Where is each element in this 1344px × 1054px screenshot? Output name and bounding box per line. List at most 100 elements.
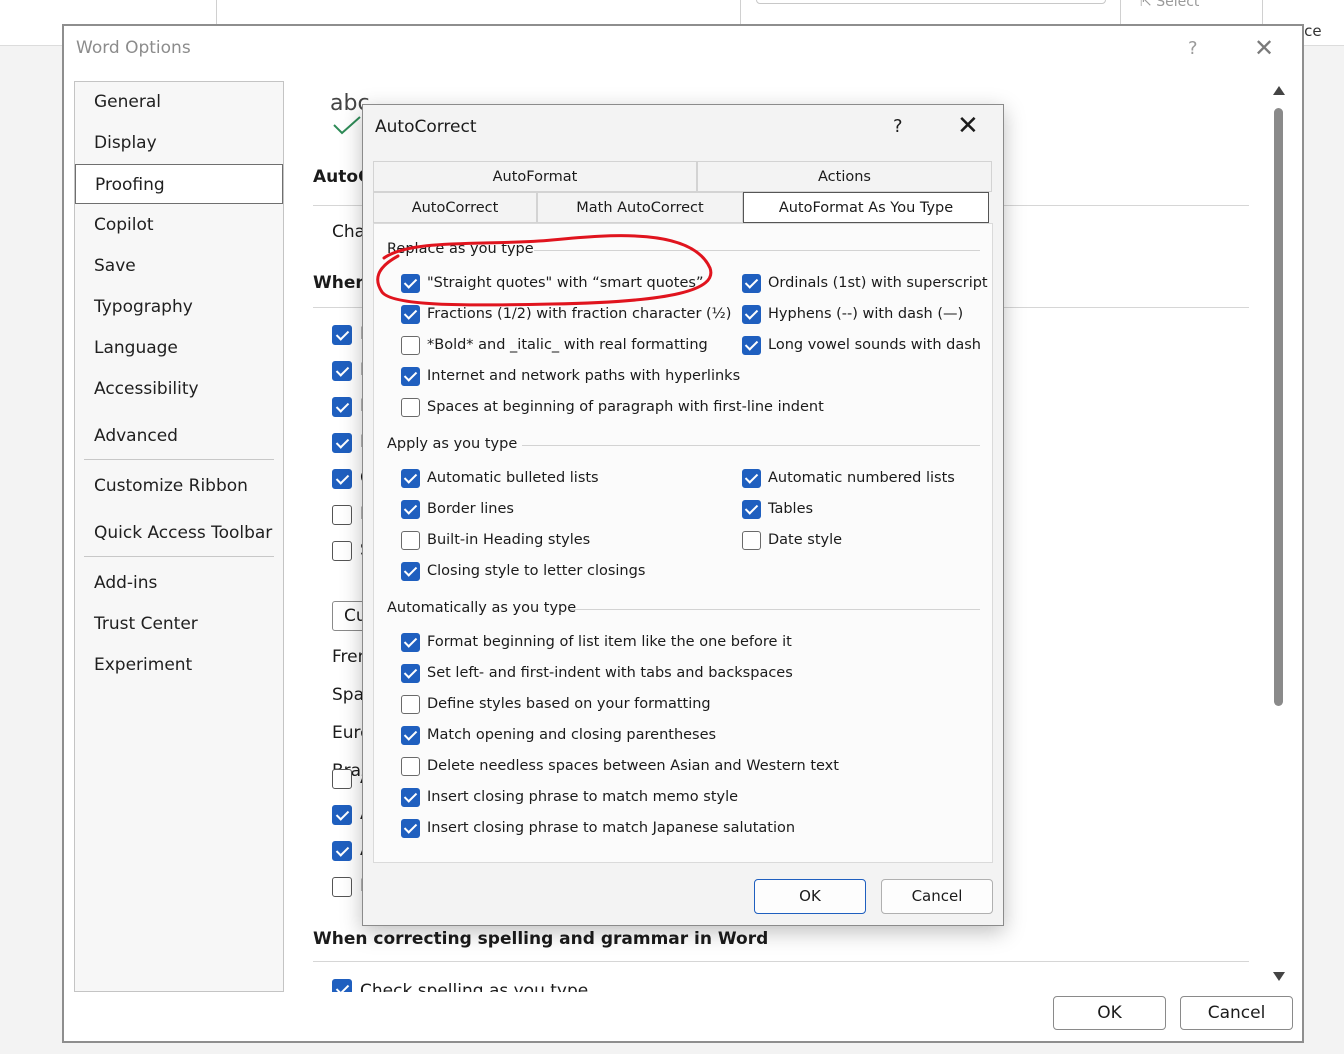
office-option-checkbox[interactable] xyxy=(332,805,352,825)
scroll-up-icon[interactable] xyxy=(1273,86,1285,95)
ribbon-divider xyxy=(740,0,741,24)
ok-button[interactable]: OK xyxy=(754,879,866,914)
bulleted-lists-checkbox[interactable] xyxy=(401,469,420,488)
cancel-button[interactable]: Cancel xyxy=(881,879,993,914)
asian-western-spaces-checkbox[interactable] xyxy=(401,757,420,776)
tab-autoformat-as-you-type[interactable]: AutoFormat As You Type xyxy=(743,192,989,223)
tables-checkbox[interactable] xyxy=(742,500,761,519)
section-replace-heading: Replace as you type xyxy=(387,241,534,257)
scrollbar-thumb[interactable] xyxy=(1274,108,1283,706)
hyperlinks-label: Internet and network paths with hyperlin… xyxy=(427,368,741,384)
nav-item-trust-center[interactable]: Trust Center xyxy=(75,604,283,644)
ok-button[interactable]: OK xyxy=(1053,996,1166,1030)
section-divider xyxy=(534,250,980,251)
nav-item-typography[interactable]: Typography xyxy=(75,287,283,327)
ribbon-divider xyxy=(1262,0,1263,24)
office-option-checkbox[interactable] xyxy=(332,505,352,525)
smart-quotes-label: "Straight quotes" with “smart quotes” xyxy=(427,275,704,291)
check-spelling-checkbox[interactable] xyxy=(332,979,352,992)
nav-item-advanced[interactable]: Advanced xyxy=(75,416,283,456)
format-list-item-checkbox[interactable] xyxy=(401,633,420,652)
cursor-icon: ⇱ xyxy=(1140,0,1152,10)
date-style-label: Date style xyxy=(768,532,843,548)
cancel-button[interactable]: Cancel xyxy=(1180,996,1293,1030)
office-option-checkbox[interactable] xyxy=(332,433,352,453)
nav-item-experiment[interactable]: Experiment xyxy=(75,645,283,685)
japanese-salutation-checkbox[interactable] xyxy=(401,819,420,838)
check-spelling-label: Check spelling as you type xyxy=(360,981,589,992)
asian-western-spaces-label: Delete needless spaces between Asian and… xyxy=(427,758,839,774)
nav-item-display[interactable]: Display xyxy=(75,123,283,163)
letter-closings-label: Closing style to letter closings xyxy=(427,563,646,579)
smart-quotes-checkbox[interactable] xyxy=(401,274,420,293)
define-styles-label: Define styles based on your formatting xyxy=(427,696,711,712)
heading-styles-checkbox[interactable] xyxy=(401,531,420,550)
office-option-checkbox[interactable] xyxy=(332,541,352,561)
help-icon[interactable]: ? xyxy=(1188,38,1198,59)
section-divider xyxy=(570,609,980,610)
bold-italic-checkbox[interactable] xyxy=(401,336,420,355)
heading-styles-label: Built-in Heading styles xyxy=(427,532,591,548)
close-icon[interactable]: ✕ xyxy=(957,111,979,141)
office-option-checkbox[interactable] xyxy=(332,769,352,789)
tab-math-autocorrect[interactable]: Math AutoCorrect xyxy=(537,192,743,223)
memo-closing-checkbox[interactable] xyxy=(401,788,420,807)
ribbon-select-button[interactable]: ⇱ Select xyxy=(1140,0,1199,10)
letter-closings-checkbox[interactable] xyxy=(401,562,420,581)
hyphens-label: Hyphens (--) with dash (—) xyxy=(768,306,964,322)
nav-item-language[interactable]: Language xyxy=(75,328,283,368)
tab-autoformat[interactable]: AutoFormat xyxy=(373,161,697,192)
first-line-indent-checkbox[interactable] xyxy=(401,398,420,417)
border-lines-checkbox[interactable] xyxy=(401,500,420,519)
hyperlinks-checkbox[interactable] xyxy=(401,367,420,386)
match-parentheses-checkbox[interactable] xyxy=(401,726,420,745)
tab-actions[interactable]: Actions xyxy=(697,161,992,192)
ordinals-label: Ordinals (1st) with superscript xyxy=(768,275,988,291)
border-lines-label: Border lines xyxy=(427,501,514,517)
office-option-checkbox[interactable] xyxy=(332,397,352,417)
define-styles-checkbox[interactable] xyxy=(401,695,420,714)
indent-tabs-checkbox[interactable] xyxy=(401,664,420,683)
nav-item-accessibility[interactable]: Accessibility xyxy=(75,369,283,409)
ordinals-checkbox[interactable] xyxy=(742,274,761,293)
help-icon[interactable]: ? xyxy=(893,116,903,137)
autoformat-as-you-type-panel: Replace as you type "Straight quotes" wi… xyxy=(373,223,993,863)
nav-item-proofing[interactable]: Proofing xyxy=(75,164,283,204)
nav-item-quick-access-toolbar[interactable]: Quick Access Toolbar xyxy=(75,513,283,553)
section-divider xyxy=(522,445,980,446)
office-option-checkbox[interactable] xyxy=(332,361,352,381)
close-icon[interactable]: ✕ xyxy=(1254,34,1274,62)
bold-italic-label: *Bold* and _italic_ with real formatting xyxy=(427,337,708,353)
japanese-salutation-label: Insert closing phrase to match Japanese … xyxy=(427,820,796,836)
spelling-grammar-heading: When correcting spelling and grammar in … xyxy=(313,929,769,949)
office-option-checkbox[interactable] xyxy=(332,325,352,345)
ribbon-search-box[interactable] xyxy=(756,0,1106,4)
nav-item-copilot[interactable]: Copilot xyxy=(75,205,283,245)
word-options-title: Word Options xyxy=(76,38,191,58)
checkmark-icon xyxy=(333,116,361,135)
format-list-item-label: Format beginning of list item like the o… xyxy=(427,634,792,650)
nav-divider xyxy=(84,556,274,557)
fractions-checkbox[interactable] xyxy=(401,305,420,324)
match-parentheses-label: Match opening and closing parentheses xyxy=(427,727,717,743)
office-option-checkbox[interactable] xyxy=(332,469,352,489)
nav-item-general[interactable]: General xyxy=(75,82,283,122)
numbered-lists-checkbox[interactable] xyxy=(742,469,761,488)
first-line-indent-label: Spaces at beginning of paragraph with fi… xyxy=(427,399,824,415)
nav-item-customize-ribbon[interactable]: Customize Ribbon xyxy=(75,466,283,506)
long-vowel-checkbox[interactable] xyxy=(742,336,761,355)
date-style-checkbox[interactable] xyxy=(742,531,761,550)
office-option-checkbox[interactable] xyxy=(332,877,352,897)
nav-item-save[interactable]: Save xyxy=(75,246,283,286)
tab-autocorrect[interactable]: AutoCorrect xyxy=(373,192,537,223)
office-option-checkbox[interactable] xyxy=(332,841,352,861)
autocorrect-dialog: AutoCorrect ? ✕ AutoFormat Actions AutoC… xyxy=(362,104,1004,926)
scroll-down-icon[interactable] xyxy=(1273,972,1285,981)
hyphens-checkbox[interactable] xyxy=(742,305,761,324)
section-divider xyxy=(313,961,1249,962)
long-vowel-label: Long vowel sounds with dash xyxy=(768,337,981,353)
nav-item-add-ins[interactable]: Add-ins xyxy=(75,563,283,603)
content-scrollbar[interactable] xyxy=(1272,86,1286,986)
nav-divider xyxy=(84,459,274,460)
memo-closing-label: Insert closing phrase to match memo styl… xyxy=(427,789,739,805)
